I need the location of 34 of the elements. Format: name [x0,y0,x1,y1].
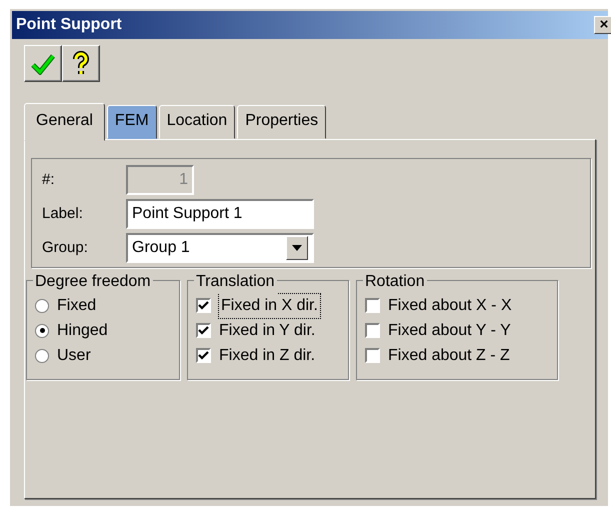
radio-button[interactable] [35,348,49,362]
tab[interactable]: FEM [106,105,157,139]
checkbox[interactable] [196,323,211,338]
field-label: Group: [42,238,89,258]
help-button[interactable] [62,45,100,82]
group-dropdown[interactable]: Group 1 [126,233,314,263]
checkbox[interactable] [365,348,380,363]
checkbox[interactable] [365,323,380,338]
field-label: #: [42,170,56,190]
option-label: User [57,346,91,366]
check-icon [31,52,55,74]
radio-button[interactable] [35,298,49,312]
dropdown-arrow-icon [292,245,302,251]
tab[interactable]: General [24,103,105,141]
option-label: Fixed [57,296,96,316]
checkbox[interactable] [196,348,211,363]
close-button[interactable]: × [594,16,611,34]
checkbox[interactable] [196,298,211,313]
option-label: Fixed in X dir. [219,294,320,318]
option-label: Fixed about X - X [388,296,512,316]
radio-button[interactable] [35,324,49,338]
field-label: Label: [42,204,84,224]
option-label: Fixed about Y - Y [388,320,511,340]
ok-button[interactable] [24,45,62,82]
option-label: Fixed in Z dir. [219,346,316,366]
tab[interactable]: Properties [237,105,326,139]
label-field[interactable]: Point Support 1 [126,199,314,229]
tab[interactable]: Location [158,105,236,139]
help-icon [73,50,89,76]
option-label: Fixed in Y dir. [219,320,316,340]
checkbox[interactable] [365,298,380,313]
window-title: Point Support [16,15,122,35]
option-label: Hinged [57,320,108,340]
option-label: Fixed about Z - Z [388,346,510,366]
